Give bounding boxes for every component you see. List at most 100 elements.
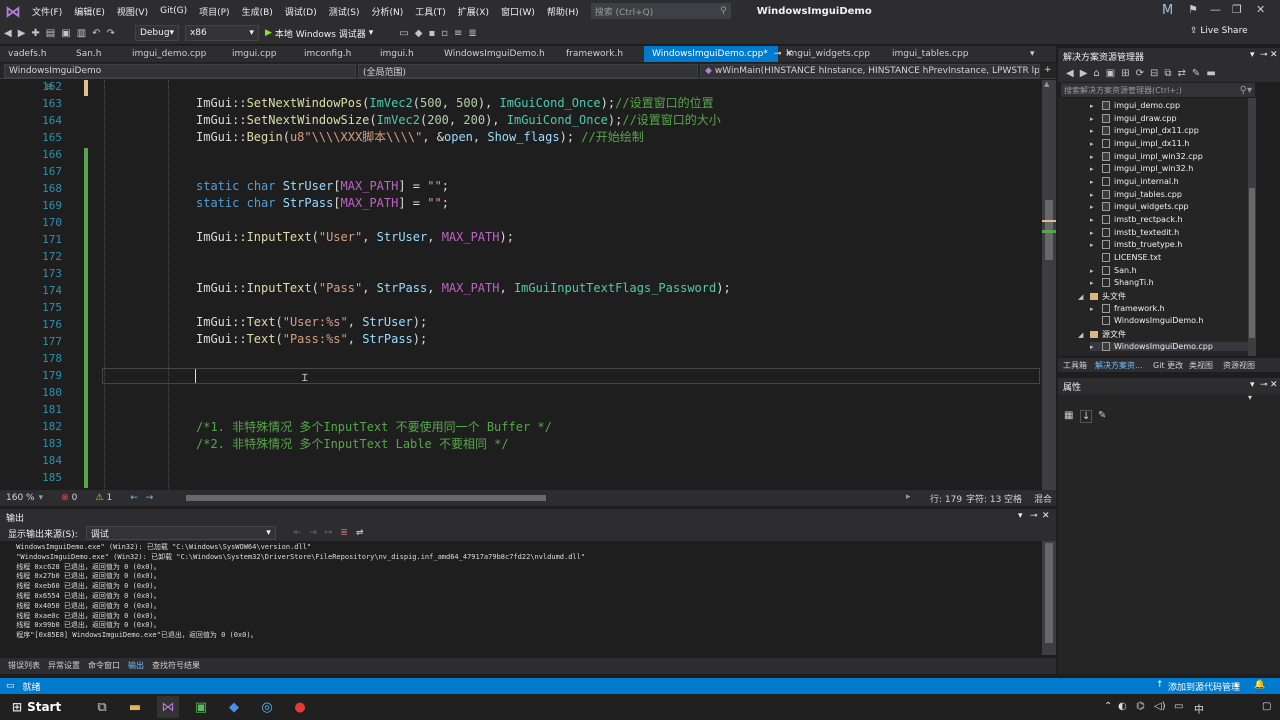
- menu-build[interactable]: 生成(B): [236, 5, 279, 18]
- tree-item-san-h[interactable]: ▸ San.h: [1090, 266, 1137, 275]
- expand-icon[interactable]: ▸: [1090, 267, 1098, 275]
- toolbar-icon-b[interactable]: ▫: [441, 28, 448, 39]
- menu-file[interactable]: 文件(F): [26, 5, 68, 18]
- home-icon[interactable]: ⌂: [1093, 68, 1099, 79]
- solution-vertical-scrollbar[interactable]: [1248, 98, 1256, 356]
- tab-windowsimguidemo-cpp[interactable]: WindowsImguiDemo.cpp* ⊸ ✕: [644, 46, 793, 62]
- tree-item-imstb-rectpack-h[interactable]: ▸ imstb_rectpack.h: [1090, 215, 1183, 224]
- settings-icon[interactable]: ✎: [1192, 68, 1200, 79]
- jump-icon[interactable]: ↦: [325, 528, 333, 538]
- tab-find-symbol-results[interactable]: 查找符号结果: [152, 660, 200, 671]
- expand-icon[interactable]: ▸: [1090, 203, 1098, 211]
- show-all-files-icon[interactable]: ⧉: [1164, 68, 1171, 79]
- save-icon[interactable]: ▣: [61, 28, 70, 39]
- tab-overflow-icon[interactable]: ▾: [1030, 46, 1035, 62]
- tree-folder-header-files[interactable]: ◢ 头文件: [1078, 291, 1126, 302]
- visual-studio-icon[interactable]: ⋈: [157, 696, 179, 718]
- menu-extensions[interactable]: 扩展(X): [452, 5, 495, 18]
- configuration-select[interactable]: Debug ▾: [134, 25, 179, 41]
- chevron-up-icon[interactable]: ▴: [1234, 680, 1239, 690]
- tab-imgui-cpp[interactable]: imgui.cpp: [224, 46, 284, 62]
- function-select[interactable]: ◆ wWinMain(HINSTANCE hInstance, HINSTANCE…: [700, 64, 1040, 78]
- hot-reload-icon[interactable]: ◆: [415, 28, 423, 39]
- start-button[interactable]: ⊞ Start: [0, 700, 80, 714]
- previous-issue-icon[interactable]: ←: [130, 493, 138, 503]
- warning-icon[interactable]: ⚠: [95, 493, 103, 503]
- close-icon[interactable]: ✕: [1042, 511, 1050, 521]
- pin-icon[interactable]: ⊸: [1030, 511, 1038, 521]
- tab-san[interactable]: San.h: [68, 46, 110, 62]
- tree-item-imgui-impl-win32-h[interactable]: ▸ imgui_impl_win32.h: [1090, 164, 1193, 173]
- task-view-icon[interactable]: ⧉: [91, 696, 113, 718]
- visual-studio-logo-icon[interactable]: ⋈: [0, 0, 26, 22]
- notifications-icon[interactable]: 🔔: [1254, 680, 1265, 690]
- output-source-select[interactable]: 调试 ▾: [85, 526, 276, 540]
- tab-imgui-widgets[interactable]: imgui_widgets.cpp: [778, 46, 878, 62]
- find-previous-icon[interactable]: ⇤: [294, 528, 302, 538]
- next-issue-icon[interactable]: →: [146, 493, 154, 503]
- app-icon-green[interactable]: ▣: [190, 696, 212, 718]
- back-icon[interactable]: ◀: [1066, 68, 1074, 79]
- forward-icon[interactable]: ▶: [18, 28, 26, 39]
- tree-item-imgui-demo-cpp[interactable]: ▸ imgui_demo.cpp: [1090, 101, 1180, 110]
- pin-icon[interactable]: ⊸: [1260, 380, 1268, 390]
- tree-item-imgui-impl-win32-cpp[interactable]: ▸ imgui_impl_win32.cpp: [1090, 152, 1203, 161]
- menu-help[interactable]: 帮助(H): [541, 5, 585, 18]
- platform-select[interactable]: x86 ▾: [184, 25, 259, 41]
- scrollbar-thumb[interactable]: [1045, 543, 1053, 643]
- expand-icon[interactable]: ▸: [1090, 305, 1098, 313]
- tab-error-list[interactable]: 错误列表: [8, 660, 40, 671]
- expand-icon[interactable]: ▸: [1090, 191, 1098, 199]
- ime-indicator[interactable]: 中: [1194, 701, 1204, 716]
- error-icon[interactable]: ⊗: [61, 493, 69, 503]
- forward-icon[interactable]: ▶: [1080, 68, 1088, 79]
- tab-class-view[interactable]: 类视图: [1189, 360, 1213, 371]
- expand-icon[interactable]: ▸: [1090, 343, 1098, 351]
- dropdown-icon[interactable]: ▾: [1250, 50, 1255, 60]
- tab-git-changes[interactable]: Git 更改: [1153, 360, 1183, 371]
- menu-test[interactable]: 测试(S): [323, 5, 366, 18]
- collapse-all-icon[interactable]: ⊟: [1150, 68, 1158, 79]
- app-icon-cyan[interactable]: ◎: [256, 696, 278, 718]
- tab-vadefs[interactable]: vadefs.h: [0, 46, 55, 62]
- volume-icon[interactable]: ◁): [1154, 701, 1166, 712]
- expand-icon[interactable]: ▸: [1090, 229, 1098, 237]
- live-share-button[interactable]: ⇪ Live Share: [1190, 26, 1248, 36]
- horizontal-scrollbar-thumb[interactable]: [186, 495, 546, 501]
- tree-folder-source-files[interactable]: ◢ 源文件: [1078, 329, 1126, 340]
- menu-project[interactable]: 项目(P): [193, 5, 235, 18]
- tree-item-imgui-draw-cpp[interactable]: ▸ imgui_draw.cpp: [1090, 114, 1177, 123]
- error-count[interactable]: 0: [72, 493, 78, 503]
- expand-icon[interactable]: ▸: [1090, 241, 1098, 249]
- save-all-icon[interactable]: ▥: [77, 28, 86, 39]
- tree-item-imgui-widgets-cpp[interactable]: ▸ imgui_widgets.cpp: [1090, 202, 1189, 211]
- tree-item-windowsimguidemo-cpp[interactable]: ▸ WindowsImguiDemo.cpp: [1090, 342, 1248, 351]
- network-icon[interactable]: ⌬: [1136, 701, 1145, 712]
- tab-windowsimguidemo-h[interactable]: WindowsImguiDemo.h: [436, 46, 553, 62]
- menu-debug[interactable]: 调试(D): [279, 5, 323, 18]
- wrench-icon[interactable]: ✎: [1098, 410, 1106, 421]
- expand-icon[interactable]: ▸: [1090, 153, 1098, 161]
- expand-icon[interactable]: ▸: [1090, 140, 1098, 148]
- editor-vertical-scrollbar[interactable]: ▲: [1042, 80, 1056, 490]
- output-text[interactable]: WindowsImguiDemo.exe" (Win32): 已加载 "C:\W…: [0, 541, 1042, 655]
- pending-changes-icon[interactable]: ⊞: [1121, 68, 1129, 79]
- tree-item-imgui-impl-dx11-h[interactable]: ▸ imgui_impl_dx11.h: [1090, 139, 1189, 148]
- split-icon[interactable]: +: [1044, 65, 1052, 75]
- menu-edit[interactable]: 编辑(E): [68, 5, 111, 18]
- tab-imgui-tables[interactable]: imgui_tables.cpp: [884, 46, 976, 62]
- undo-icon[interactable]: ↶: [92, 28, 100, 39]
- tree-item-imstb-truetype-h[interactable]: ▸ imstb_truetype.h: [1090, 240, 1182, 249]
- new-item-icon[interactable]: ✚: [31, 28, 39, 39]
- search-input[interactable]: 搜索 (Ctrl+Q) ⚲: [590, 3, 731, 19]
- scroll-up-icon[interactable]: ▲: [1044, 80, 1054, 88]
- collapse-icon[interactable]: ◢: [1078, 331, 1086, 339]
- scrollbar-thumb[interactable]: [1249, 188, 1255, 338]
- expand-icon[interactable]: ▸: [1090, 165, 1098, 173]
- close-icon[interactable]: ✕: [1256, 3, 1265, 16]
- tab-imgui-h[interactable]: imgui.h: [372, 46, 422, 62]
- comment-icon[interactable]: ≡: [454, 28, 462, 39]
- tab-imconfig[interactable]: imconfig.h: [296, 46, 359, 62]
- tree-item-imgui-impl-dx11-cpp[interactable]: ▸ imgui_impl_dx11.cpp: [1090, 126, 1199, 135]
- open-icon[interactable]: ▤: [46, 28, 55, 39]
